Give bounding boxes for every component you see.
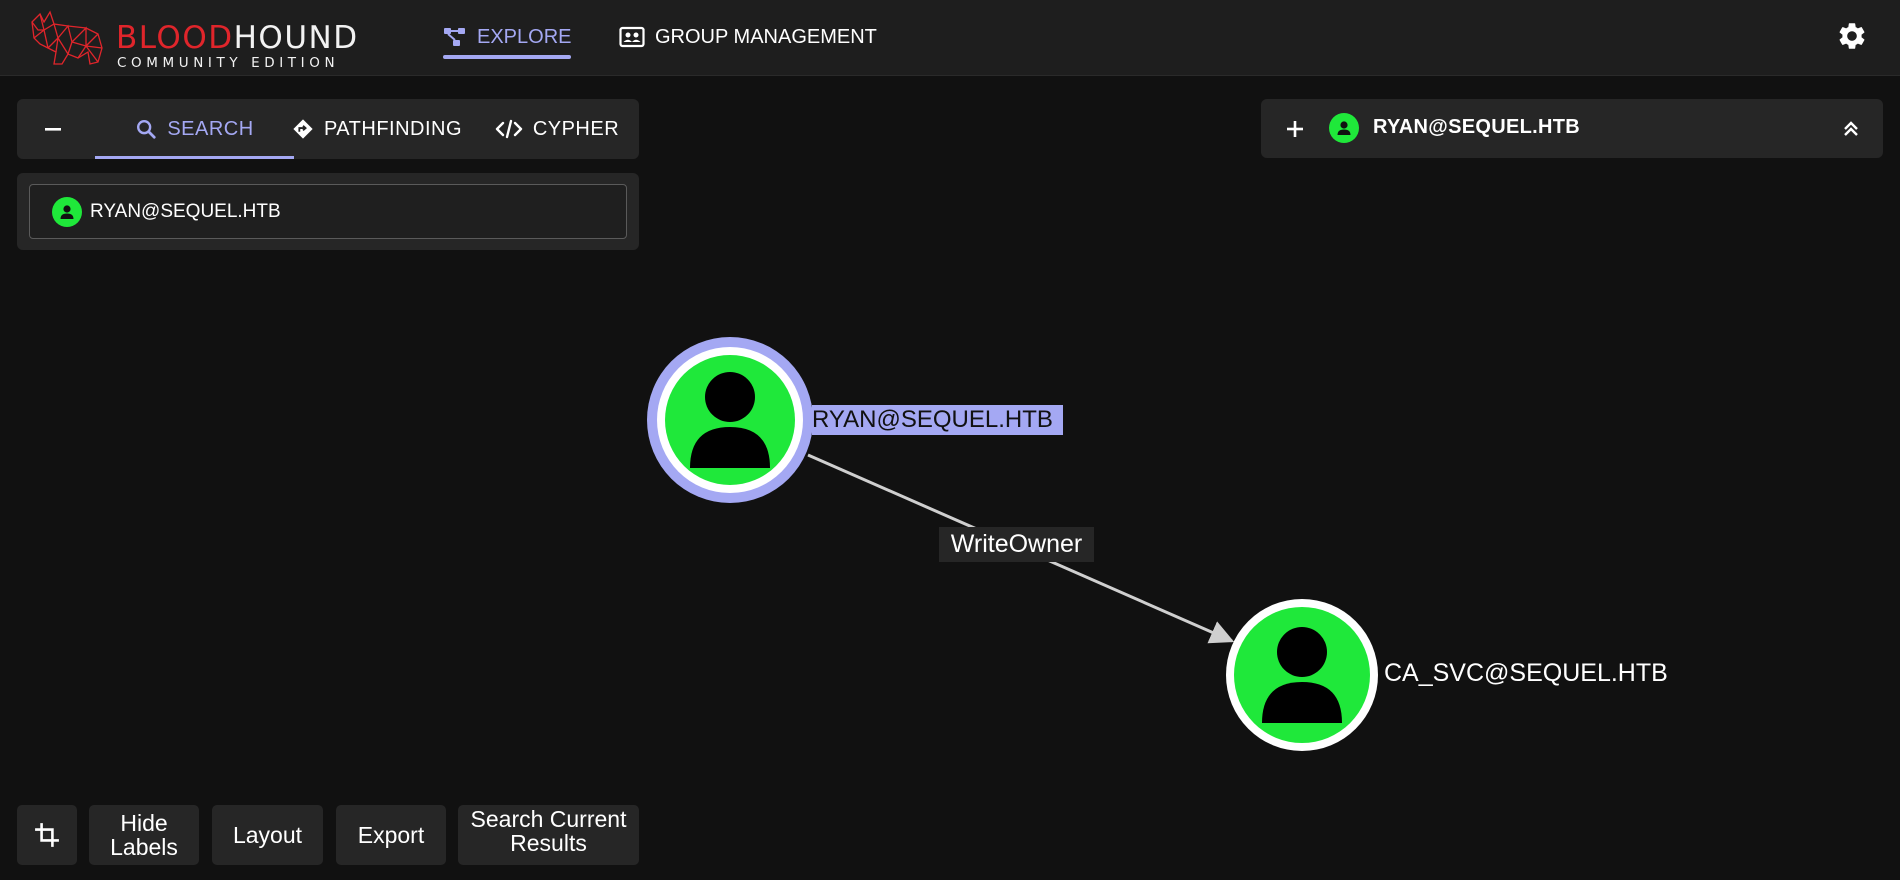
entity-details-header: RYAN@SEQUEL.HTB [1261,99,1883,158]
code-icon [495,119,523,139]
tab-pathfinding[interactable]: PATHFINDING [277,99,477,159]
reset-view-button[interactable] [17,805,77,865]
double-chevron-up-icon[interactable] [1837,114,1865,142]
user-icon [1329,113,1359,143]
tab-cypher[interactable]: CYPHER [487,99,627,159]
tab-pathfinding-label: PATHFINDING [323,117,463,140]
node-search-value: RYAN@SEQUEL.HTB [90,200,281,222]
search-icon [137,120,156,139]
crop-icon [35,823,59,847]
tab-search-label: SEARCH [167,117,254,140]
node-ryan[interactable] [647,337,813,503]
layout-button[interactable]: Layout [212,805,323,865]
add-icon[interactable] [1281,115,1309,143]
tab-search[interactable]: SEARCH [95,99,294,159]
user-icon [52,196,82,227]
node-search-panel: RYAN@SEQUEL.HTB [17,173,639,250]
node-label[interactable]: CA_SVC@SEQUEL.HTB [1384,659,1668,688]
node-search-input[interactable]: RYAN@SEQUEL.HTB [29,184,627,239]
node-label[interactable]: RYAN@SEQUEL.HTB [812,405,1063,435]
edge-label[interactable]: WriteOwner [939,527,1094,562]
node-ca-svc[interactable] [1226,599,1378,751]
collapse-minus-icon[interactable] [39,115,67,143]
search-panel: SEARCH PATHFINDING CYPHER [17,99,639,159]
tab-cypher-label: CYPHER [532,117,620,140]
directions-icon [293,119,313,139]
hide-labels-button[interactable]: Hide Labels [89,805,199,865]
entity-title: RYAN@SEQUEL.HTB [1373,116,1580,138]
search-current-results-button[interactable]: Search Current Results [458,805,639,865]
export-button[interactable]: Export [336,805,446,865]
